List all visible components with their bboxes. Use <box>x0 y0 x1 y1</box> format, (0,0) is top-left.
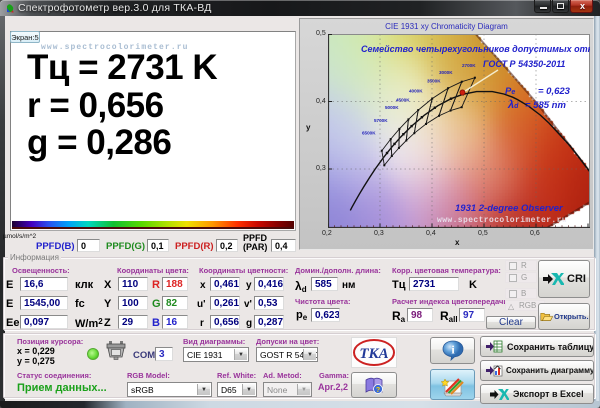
svg-text:4500K: 4500K <box>396 98 410 103</box>
svg-text:3500K: 3500K <box>427 79 441 84</box>
svg-text:6500K: 6500K <box>362 131 376 136</box>
svg-text:5000K: 5000K <box>385 105 399 110</box>
svg-text:5700K: 5700K <box>374 118 388 123</box>
svg-text:2700K: 2700K <box>462 63 476 68</box>
svg-text:?: ? <box>376 387 380 394</box>
svg-text:4000K: 4000K <box>409 89 423 94</box>
svg-text:3000K: 3000K <box>439 70 453 75</box>
svg-text:ТКА: ТКА <box>359 346 388 362</box>
